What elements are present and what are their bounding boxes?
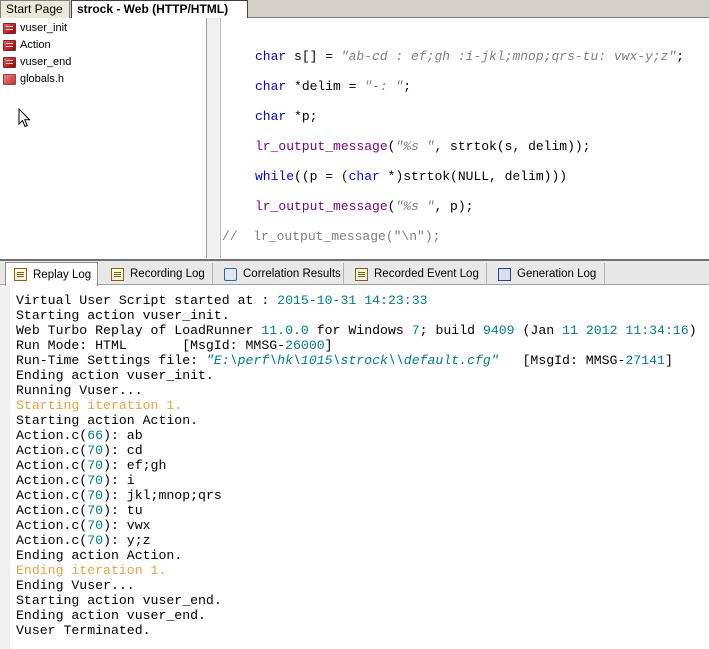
- code-line: char *delim = "-: ";: [255, 79, 412, 94]
- log-line: Starting action Action.: [16, 413, 199, 428]
- generation-icon: [498, 267, 511, 281]
- log-line-iteration: Ending iteration 1.: [16, 563, 167, 578]
- document-tab-strip: Start Page strock - Web (HTTP/HTML): [0, 0, 709, 19]
- code-line: lr_output_message("%s ", p);: [255, 199, 474, 214]
- pane-splitter[interactable]: [207, 18, 221, 258]
- log-line: Ending action vuser_end.: [16, 608, 206, 623]
- doc-icon: [111, 267, 124, 281]
- correlation-icon: [224, 267, 237, 281]
- log-line: Run-Time Settings file: "E:\perf\hk\1015…: [16, 353, 673, 368]
- script-icon: [3, 22, 16, 34]
- tree-item-label: vuser_init: [20, 22, 68, 34]
- replay-log-output[interactable]: Virtual User Script started at : 2015-10…: [0, 286, 709, 649]
- log-line: Ending action vuser_init.: [16, 368, 214, 383]
- log-line: Starting action vuser_end.: [16, 593, 222, 608]
- tab-replay-log[interactable]: Replay Log: [5, 262, 98, 286]
- log-line: Ending Vuser...: [16, 578, 135, 593]
- code-line: char *p;: [255, 109, 318, 124]
- mouse-pointer-icon: [18, 108, 31, 128]
- code-line: while((p = (char *)strtok(NULL, delim))): [255, 169, 568, 184]
- log-line: Action.c(70): vwx: [16, 518, 151, 533]
- tab-script-strock[interactable]: strock - Web (HTTP/HTML): [71, 0, 248, 19]
- tab-start-page[interactable]: Start Page: [0, 0, 70, 18]
- log-line: Action.c(66): ab: [16, 428, 143, 443]
- tree-item-label: vuser_end: [20, 56, 72, 68]
- tab-recorded-event-log[interactable]: Recorded Event Log: [347, 263, 487, 285]
- tree-item-action[interactable]: Action: [3, 37, 51, 53]
- output-tab-strip: Replay Log Recording Log Correlation Res…: [0, 259, 709, 286]
- log-line-iteration: Starting iteration 1.: [16, 398, 183, 413]
- tab-recording-log[interactable]: Recording Log: [103, 263, 213, 285]
- log-line: Action.c(70): cd: [16, 443, 143, 458]
- code-line: lr_output_message("%s ", strtok(s, delim…: [255, 139, 591, 154]
- code-line: char s[] = "ab-cd : ef;gh :i-jkl;mnop;qr…: [255, 49, 685, 64]
- log-line: Vuser Terminated.: [16, 623, 151, 638]
- log-line: Web Turbo Replay of LoadRunner 11.0.0 fo…: [16, 323, 697, 338]
- doc-icon: [14, 268, 27, 281]
- log-line: Action.c(70): tu: [16, 503, 143, 518]
- code-line-comment: // lr_output_message("\n");: [222, 229, 441, 244]
- log-line: Action.c(70): jkl;mnop;qrs: [16, 488, 222, 503]
- log-line: Action.c(70): ef;gh: [16, 458, 167, 473]
- script-tree-panel: vuser_init Action vuser_end globals.h: [0, 18, 207, 258]
- log-line: Running Vuser...: [16, 383, 143, 398]
- script-icon: [3, 56, 16, 68]
- log-line: Starting action vuser_init.: [16, 308, 230, 323]
- log-line: Run Mode: HTML [MsgId: MMSG-26000]: [16, 338, 333, 353]
- log-line: Ending action Action.: [16, 548, 183, 563]
- script-icon: [3, 39, 16, 51]
- tab-correlation-results[interactable]: Correlation Results: [216, 263, 344, 285]
- header-file-icon: [3, 73, 16, 85]
- tree-item-vuser-init[interactable]: vuser_init: [3, 20, 67, 36]
- tree-item-label: Action: [20, 39, 51, 51]
- tree-item-globals-h[interactable]: globals.h: [3, 71, 64, 87]
- log-line: Action.c(70): y;z: [16, 533, 151, 548]
- log-line: Action.c(70): i: [16, 473, 135, 488]
- doc-icon: [355, 267, 368, 281]
- tab-generation-log[interactable]: Generation Log: [490, 263, 605, 285]
- code-editor[interactable]: char s[] = "ab-cd : ef;gh :i-jkl;mnop;qr…: [222, 18, 709, 258]
- tree-item-vuser-end[interactable]: vuser_end: [3, 54, 71, 70]
- tree-item-label: globals.h: [20, 73, 65, 85]
- log-line: Virtual User Script started at : 2015-10…: [16, 293, 428, 308]
